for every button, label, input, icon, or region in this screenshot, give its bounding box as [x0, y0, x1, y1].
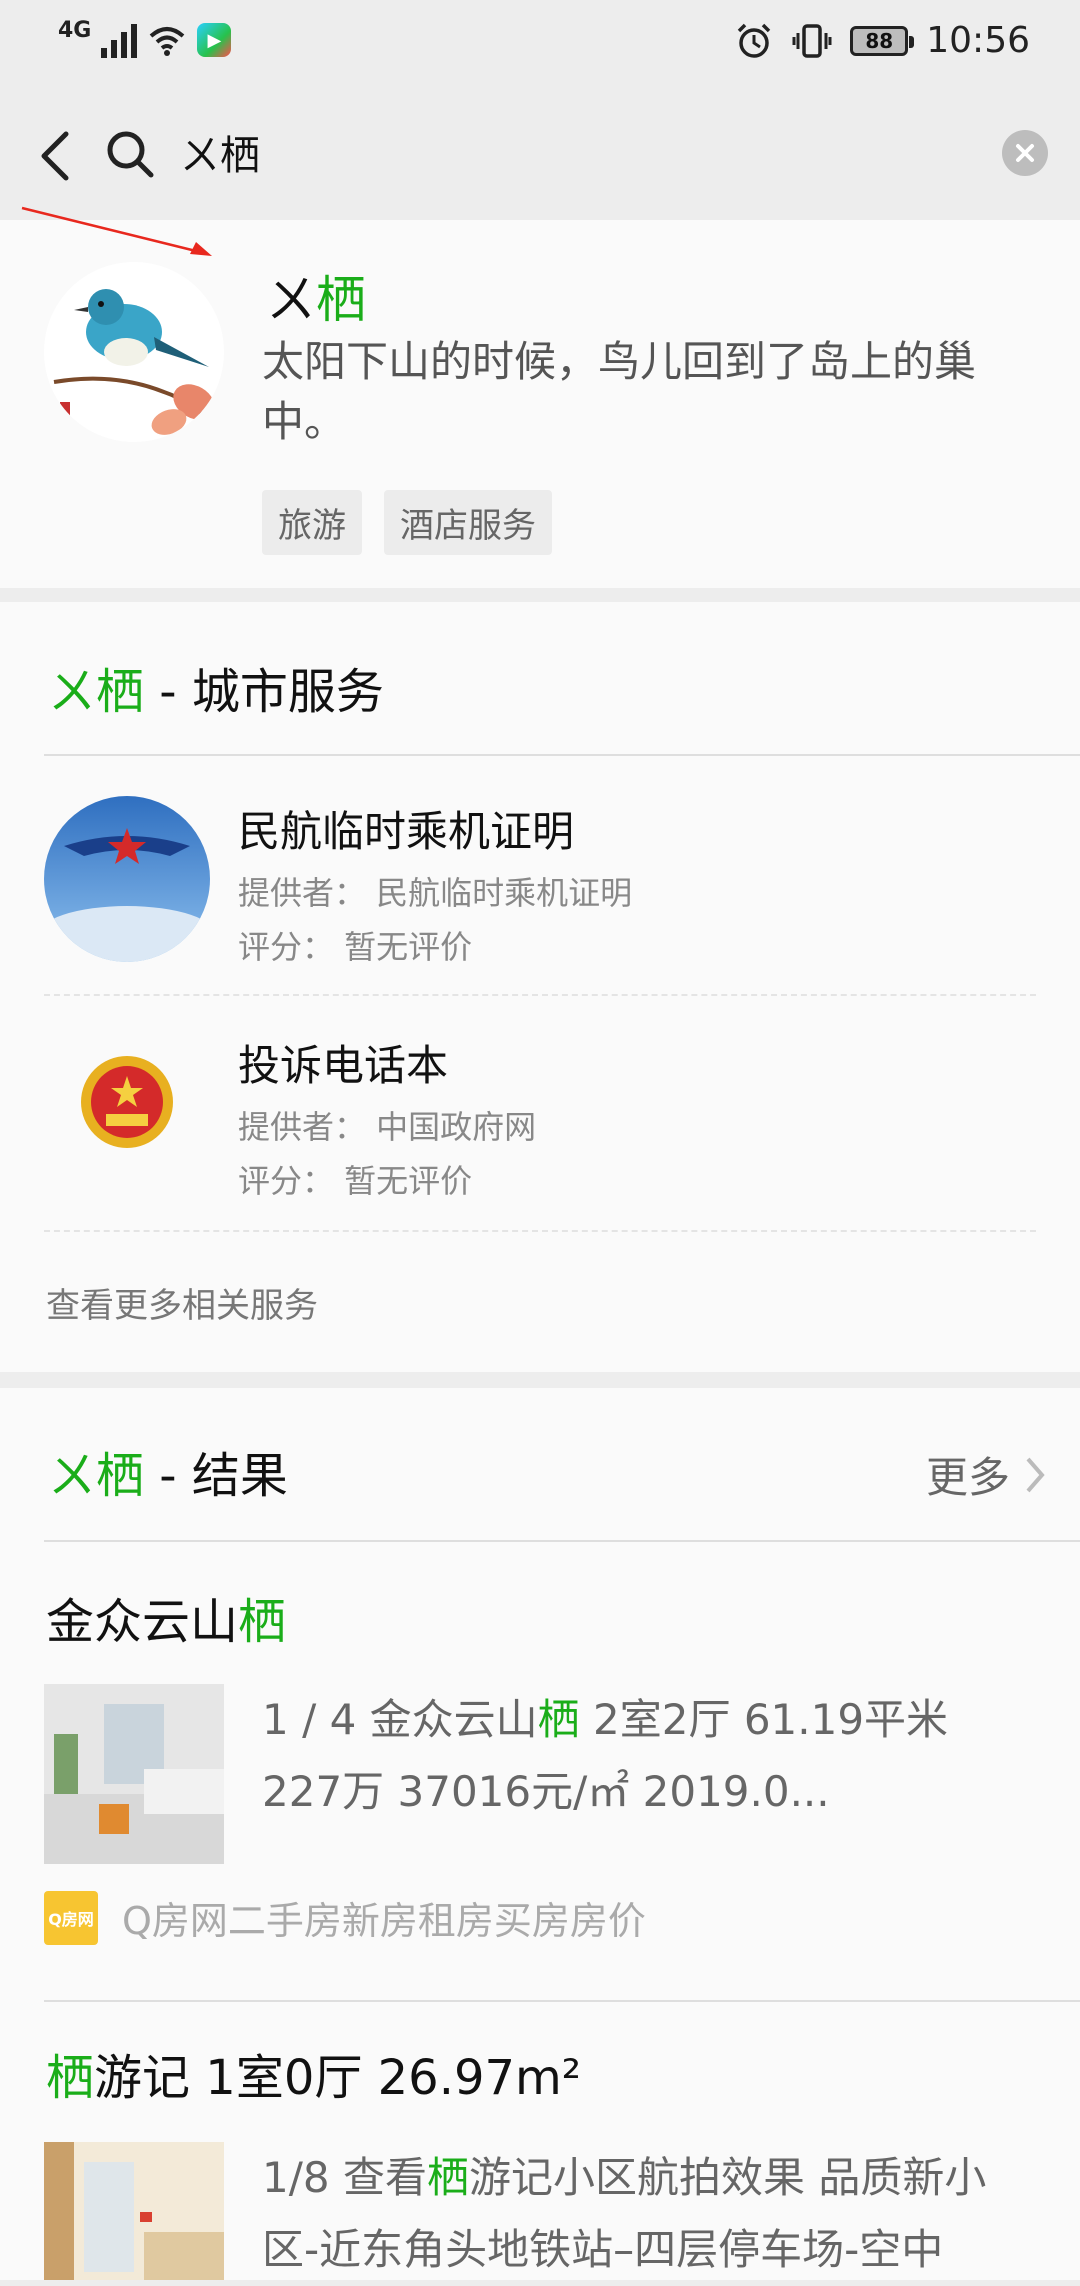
- service-rating: 评分： 暂无评价: [238, 1162, 473, 1200]
- result-title[interactable]: 金众云山栖: [46, 1582, 286, 1652]
- result-title-text: 游记 1室0厅 26.97m²: [94, 2050, 582, 2106]
- source-name: Q房网二手房新房租房买房房价: [122, 1899, 646, 1943]
- city-services-card: ㄨ栖 - 城市服务 民航临时乘机证明 提供者： 民航临时乘机证明 评分： 暂无评…: [0, 602, 1080, 1372]
- status-left: 4G ▶: [58, 17, 232, 60]
- clock: 10:56: [926, 20, 1030, 61]
- account-description: 太阳下山的时候，鸟儿回到了岛上的巢中。: [262, 337, 977, 446]
- service-item-caac[interactable]: 民航临时乘机证明 提供者： 民航临时乘机证明 评分： 暂无评价: [44, 772, 1036, 1008]
- result-title-highlight: 栖: [238, 1594, 287, 1650]
- service-rating: 评分： 暂无评价: [238, 928, 473, 966]
- result-desc-line2: 227万 37016元/㎡ 2019.0...: [262, 1767, 830, 1816]
- account-name-highlight: 栖: [316, 271, 366, 329]
- search-icon: [107, 131, 154, 178]
- service-name: 投诉电话本: [238, 1041, 449, 1090]
- section-divider: [44, 754, 1080, 756]
- search-input[interactable]: [178, 122, 982, 190]
- account-name-prefix: ㄨ: [266, 271, 316, 329]
- desc-highlight: 栖: [426, 2153, 469, 2202]
- result-source[interactable]: Q房网 Q房网二手房新房租房买房房价: [44, 1890, 646, 1945]
- account-card[interactable]: ㄨ栖 太阳下山的时候，鸟儿回到了岛上的巢中。 旅游 酒店服务: [0, 220, 1080, 588]
- battery-icon: 88: [850, 25, 915, 56]
- chevron-right-icon: [1026, 1457, 1045, 1492]
- results-title-highlight: 栖: [96, 1448, 145, 1504]
- caac-logo-icon: [44, 796, 210, 962]
- status-bar: 4G ▶ 88 10:56: [0, 0, 1080, 92]
- account-name: ㄨ栖: [266, 260, 366, 332]
- more-results-button[interactable]: 更多: [926, 1444, 1046, 1505]
- desc-highlight: 栖: [537, 1695, 580, 1744]
- result-thumbnail[interactable]: [44, 1684, 224, 1864]
- more-services-link[interactable]: 查看更多相关服务: [46, 1278, 318, 1327]
- annotation-arrow-icon: [21, 206, 212, 256]
- result-title-highlight: 栖: [46, 2050, 95, 2106]
- results-section-title: ㄨ栖 - 结果: [48, 1436, 288, 1506]
- results-title-suffix: - 结果: [144, 1448, 288, 1504]
- back-arrow-icon[interactable]: [36, 128, 76, 184]
- desc-text: 2室2厅 61.19平米: [579, 1695, 949, 1744]
- service-provider: 提供者： 民航临时乘机证明: [238, 874, 633, 912]
- bedroom-photo-icon: [44, 2142, 224, 2280]
- alarm-icon: [738, 23, 771, 58]
- services-title-prefix: ㄨ: [48, 664, 97, 720]
- signal-icon: [101, 22, 138, 58]
- qfang-logo-icon: Q房网: [44, 1890, 98, 1945]
- gov-logo-icon: [44, 1030, 210, 1196]
- result-desc-line1: 1/8 查看栖游记小区航拍效果 品质新小: [262, 2142, 1052, 2214]
- services-title-highlight: 栖: [96, 664, 145, 720]
- item-divider: [44, 994, 1036, 996]
- more-label: 更多: [925, 1453, 1010, 1502]
- result-title-text: 金众云山: [46, 1594, 239, 1650]
- service-item-complaint-phonebook[interactable]: 投诉电话本 提供者： 中国政府网 评分： 暂无评价: [44, 1006, 1036, 1242]
- services-section-title: ㄨ栖 - 城市服务: [48, 652, 384, 722]
- living-room-photo-icon: [44, 1684, 224, 1864]
- clear-search-icon[interactable]: [1002, 130, 1048, 176]
- tag-travel[interactable]: 旅游: [262, 490, 362, 555]
- account-avatar: [44, 262, 224, 442]
- section-divider: [44, 1540, 1080, 1542]
- results-title-prefix: ㄨ: [48, 1448, 97, 1504]
- account-tags: 旅游 酒店服务: [262, 490, 552, 555]
- result-thumbnail[interactable]: [44, 2142, 224, 2280]
- item-divider: [44, 1230, 1036, 1232]
- services-title-suffix: - 城市服务: [144, 664, 384, 720]
- result-desc-line1: 1 / 4 金众云山栖 2室2厅 61.19平米: [262, 1684, 1052, 1756]
- result-divider: [44, 2000, 1080, 2002]
- status-right: 88 10:56: [734, 20, 1030, 61]
- result-title[interactable]: 栖游记 1室0厅 26.97m²: [46, 2038, 581, 2108]
- desc-text: 游记小区航拍效果 品质新小: [468, 2153, 987, 2202]
- desc-text: 1 / 4 金众云山: [262, 1695, 538, 1744]
- results-card: ㄨ栖 - 结果 更多 金众云山栖 1 / 4 金众云山栖 2室2厅 61.19平…: [0, 1388, 1080, 2280]
- tag-hotel-service[interactable]: 酒店服务: [384, 490, 552, 555]
- service-name: 民航临时乘机证明: [238, 807, 575, 856]
- result-desc-line2: 区-近东角头地铁站–四层停车场-空中: [262, 2225, 944, 2274]
- desc-text: 1/8 查看: [262, 2153, 427, 2202]
- result-description: 1 / 4 金众云山栖 2室2厅 61.19平米 227万 37016元/㎡ 2…: [262, 1684, 1052, 1828]
- bird-painting-icon: [44, 262, 224, 442]
- service-provider: 提供者： 中国政府网: [238, 1108, 537, 1146]
- video-app-icon: ▶: [197, 23, 232, 57]
- network-type: 4G: [58, 17, 92, 43]
- wifi-icon: [150, 27, 185, 56]
- vibrate-icon: [792, 23, 832, 58]
- result-description: 1/8 查看栖游记小区航拍效果 品质新小 区-近东角头地铁站–四层停车场-空中: [262, 2142, 1052, 2286]
